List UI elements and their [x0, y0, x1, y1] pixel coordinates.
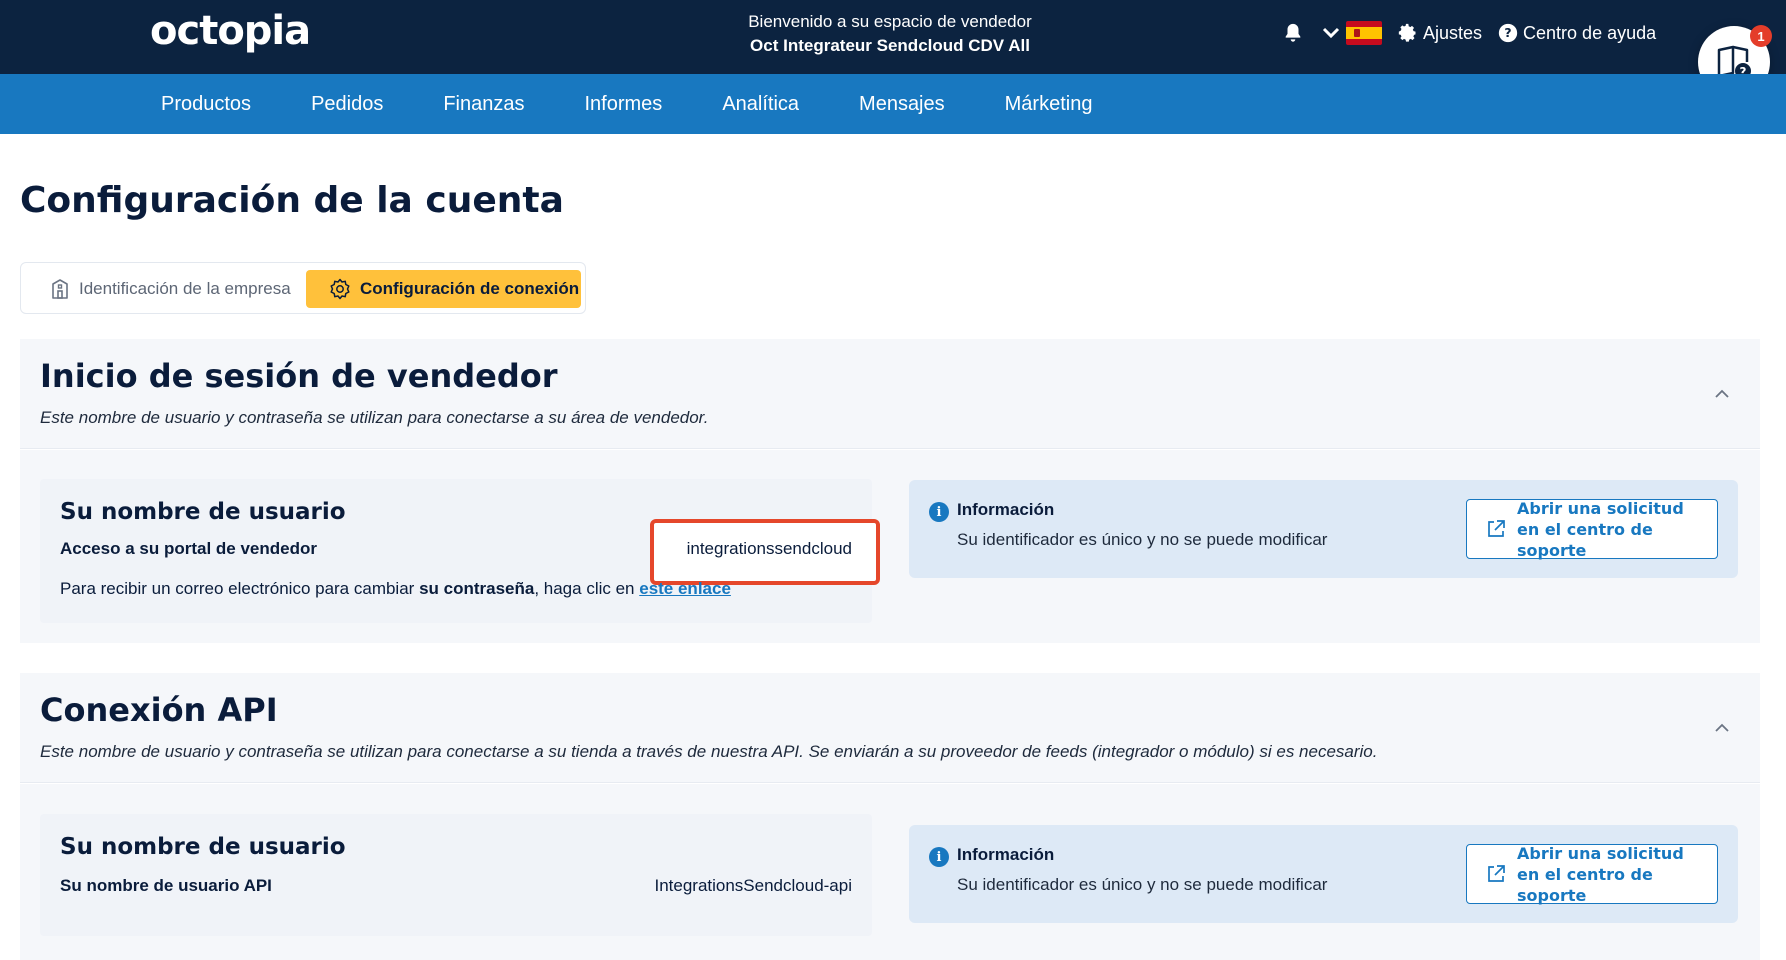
main-nav: Productos Pedidos Finanzas Informes Anal… — [0, 74, 1786, 134]
nav-item-mensajes[interactable]: Mensajes — [859, 93, 945, 116]
card-title: Su nombre de usuario — [60, 499, 346, 525]
settings-tabs: Identificación de la empresa Configuraci… — [20, 262, 586, 314]
api-connection-header[interactable]: Conexión API Este nombre de usuario y co… — [20, 673, 1760, 783]
open-support-request-button[interactable]: Abrir una solicitud en el centro de sopo… — [1466, 498, 1718, 560]
api-connection-section: Conexión API Este nombre de usuario y co… — [20, 673, 1760, 960]
info-text: Su identificador es único y no se puede … — [957, 875, 1328, 894]
username-card: Su nombre de usuario Acceso a su portal … — [40, 479, 880, 623]
note-bold-text: su contraseña — [419, 579, 535, 598]
spain-flag-icon[interactable] — [1346, 21, 1382, 45]
tab-company-identification[interactable]: Identificación de la empresa — [29, 270, 299, 308]
info-title: Información — [957, 845, 1055, 864]
api-connection-body: Su nombre de usuario Su nombre de usuari… — [20, 784, 1760, 960]
field-label: Acceso a su portal de vendedor — [60, 539, 317, 558]
password-reset-note: Para recibir un correo electrónico para … — [60, 579, 731, 599]
section-title: Inicio de sesión de vendedor — [40, 357, 558, 395]
gear-icon[interactable] — [1398, 23, 1418, 43]
nav-item-informes[interactable]: Informes — [585, 93, 663, 116]
tab-company-label: Identificación de la empresa — [79, 279, 291, 298]
notification-badge: 1 — [1750, 25, 1772, 47]
external-link-icon — [1488, 520, 1505, 537]
field-label: Su nombre de usuario API — [60, 876, 272, 895]
card-title: Su nombre de usuario — [60, 834, 346, 860]
nav-item-finanzas[interactable]: Finanzas — [443, 93, 524, 116]
note-text: , haga clic en — [534, 579, 640, 598]
info-icon: i — [929, 847, 949, 867]
bell-icon[interactable] — [1282, 21, 1304, 45]
top-actions: Ajustes ? Centro de ayuda — [1282, 18, 1656, 48]
store-name: Oct Integrateur Sendcloud CDV All — [750, 36, 1030, 55]
api-username-card: Su nombre de usuario Su nombre de usuari… — [40, 814, 872, 936]
svg-text:?: ? — [1504, 25, 1511, 40]
info-title: Información — [957, 500, 1055, 519]
api-username-value: IntegrationsSendcloud-api — [654, 876, 852, 895]
top-bar: octopia Bienvenido a su espacio de vende… — [0, 0, 1786, 74]
nav-item-pedidos[interactable]: Pedidos — [311, 93, 383, 116]
seller-login-section: Inicio de sesión de vendedor Este nombre… — [20, 339, 1760, 655]
tab-connection-settings[interactable]: Configuración de conexión — [306, 270, 581, 308]
username-value: integrationssendcloud — [686, 539, 852, 558]
info-card: i Información Su identificador es único … — [909, 825, 1738, 923]
note-text: Para recibir un correo electrónico para … — [60, 579, 420, 598]
tab-connection-label: Configuración de conexión — [360, 279, 580, 298]
section-subtitle: Este nombre de usuario y contraseña se u… — [40, 408, 709, 427]
seller-login-body: Su nombre de usuario Acceso a su portal … — [20, 450, 1760, 643]
seller-login-header[interactable]: Inicio de sesión de vendedor Este nombre… — [20, 339, 1760, 449]
welcome-block: Bienvenido a su espacio de vendedor Oct … — [690, 10, 1090, 58]
password-reset-link[interactable]: este enlace — [639, 579, 731, 598]
nav-item-analitica[interactable]: Analítica — [722, 93, 799, 116]
open-support-request-button[interactable]: Abrir una solicitud en el centro de sopo… — [1466, 843, 1718, 905]
external-link-icon — [1488, 865, 1505, 882]
chevron-down-icon[interactable] — [1322, 26, 1340, 40]
building-icon — [52, 279, 68, 299]
help-circle-icon[interactable]: ? — [1498, 23, 1518, 43]
section-title: Conexión API — [40, 691, 278, 729]
nav-item-marketing[interactable]: Márketing — [1005, 93, 1093, 116]
octopia-logo[interactable]: octopia — [150, 8, 311, 54]
support-button-label: Abrir una solicitud en el centro de sopo… — [1517, 498, 1684, 560]
page-title: Configuración de la cuenta — [20, 180, 564, 221]
chevron-up-icon[interactable] — [1714, 389, 1730, 399]
welcome-text: Bienvenido a su espacio de vendedor — [748, 12, 1032, 31]
support-button-label: Abrir una solicitud en el centro de sopo… — [1517, 843, 1684, 905]
nav-item-productos[interactable]: Productos — [161, 93, 251, 116]
chevron-up-icon[interactable] — [1714, 723, 1730, 733]
info-card: i Información Su identificador es único … — [909, 480, 1738, 578]
settings-link[interactable]: Ajustes — [1423, 23, 1482, 44]
gear-outline-icon — [330, 278, 350, 300]
section-subtitle: Este nombre de usuario y contraseña se u… — [40, 742, 1378, 761]
info-text: Su identificador es único y no se puede … — [957, 530, 1328, 549]
help-center-link[interactable]: Centro de ayuda — [1523, 23, 1656, 44]
info-icon: i — [929, 502, 949, 522]
